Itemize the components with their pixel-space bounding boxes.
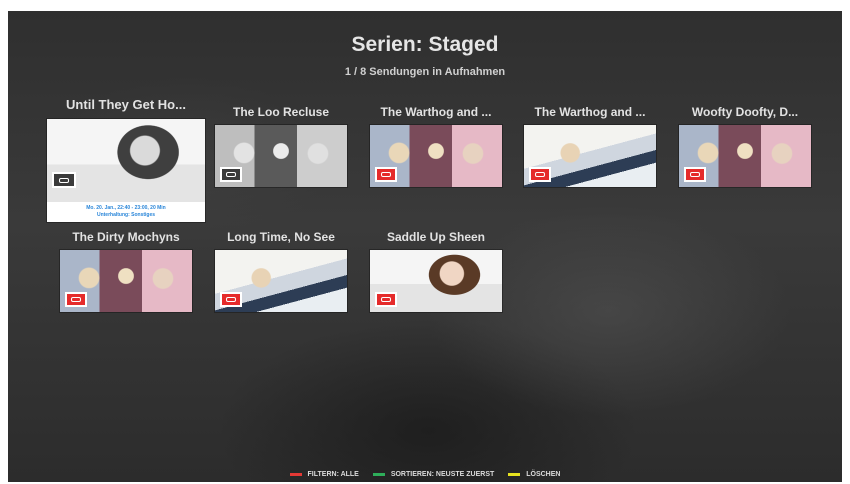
recording-thumbnail (524, 125, 656, 187)
recording-thumbnail (215, 125, 347, 187)
recording-title: Long Time, No See (227, 230, 335, 244)
recording-title: Until They Get Ho... (66, 97, 186, 112)
record-icon (529, 167, 551, 182)
record-icon (684, 167, 706, 182)
recording-count: 1 / 8 Sendungen in Aufnahmen (344, 66, 506, 78)
recording-tile[interactable]: The Warthog and ... (365, 105, 507, 190)
recording-title: The Loo Recluse (232, 105, 330, 119)
recording-thumbnail (215, 250, 347, 312)
green-button-icon (372, 472, 385, 476)
recording-title: The Warthog and ... (380, 105, 492, 119)
recording-thumbnail (679, 125, 811, 187)
recording-tile[interactable]: Until They Get Ho... Mo. 20. Jan., 22:40… (45, 97, 207, 227)
recording-title: Woofty Doofty, D... (691, 105, 799, 119)
record-icon (375, 167, 397, 182)
recording-thumbnail (370, 125, 502, 187)
red-button-icon (289, 472, 302, 476)
recording-thumbnail: Mo. 20. Jan., 22:40 - 23:00, 20 Min Unte… (47, 119, 205, 222)
thumbnail-image (47, 119, 205, 202)
recording-title: Saddle Up Sheen (386, 230, 486, 244)
sort-label: SORTIEREN: NEUSTE ZUERST (390, 471, 495, 478)
sort-action[interactable]: SORTIEREN: NEUSTE ZUERST (372, 471, 495, 478)
recording-thumbnail (370, 250, 502, 312)
button-legend: FILTERN: ALLE SORTIEREN: NEUSTE ZUERST L… (8, 471, 842, 478)
recording-tile[interactable]: The Dirty Mochyns (55, 230, 197, 315)
filter-action[interactable]: FILTERN: ALLE (289, 471, 359, 478)
recording-tile[interactable]: Saddle Up Sheen (365, 230, 507, 315)
record-icon (52, 172, 76, 188)
recording-time: Mo. 20. Jan., 22:40 - 23:00, 20 Min (86, 205, 166, 211)
filter-label: FILTERN: ALLE (307, 471, 359, 478)
recording-details: Mo. 20. Jan., 22:40 - 23:00, 20 Min Unte… (47, 202, 205, 222)
recording-title: The Dirty Mochyns (72, 230, 180, 244)
delete-label: LÖSCHEN (526, 471, 561, 478)
recording-thumbnail (60, 250, 192, 312)
recording-title: The Warthog and ... (534, 105, 646, 119)
record-icon (65, 292, 87, 307)
recording-tile[interactable]: Woofty Doofty, D... (674, 105, 816, 190)
page-title: Serien: Staged (351, 33, 499, 56)
record-icon (220, 292, 242, 307)
recording-tile[interactable]: The Warthog and ... (519, 105, 661, 190)
recording-tile[interactable]: The Loo Recluse (210, 105, 352, 190)
record-icon (220, 167, 242, 182)
recording-tile[interactable]: Long Time, No See (210, 230, 352, 315)
delete-action[interactable]: LÖSCHEN (508, 471, 560, 478)
recording-genre: Unterhaltung: Sonstiges (96, 212, 156, 218)
record-icon (375, 292, 397, 307)
yellow-button-icon (508, 472, 521, 476)
tv-screen: Serien: Staged 1 / 8 Sendungen in Aufnah… (8, 11, 842, 482)
